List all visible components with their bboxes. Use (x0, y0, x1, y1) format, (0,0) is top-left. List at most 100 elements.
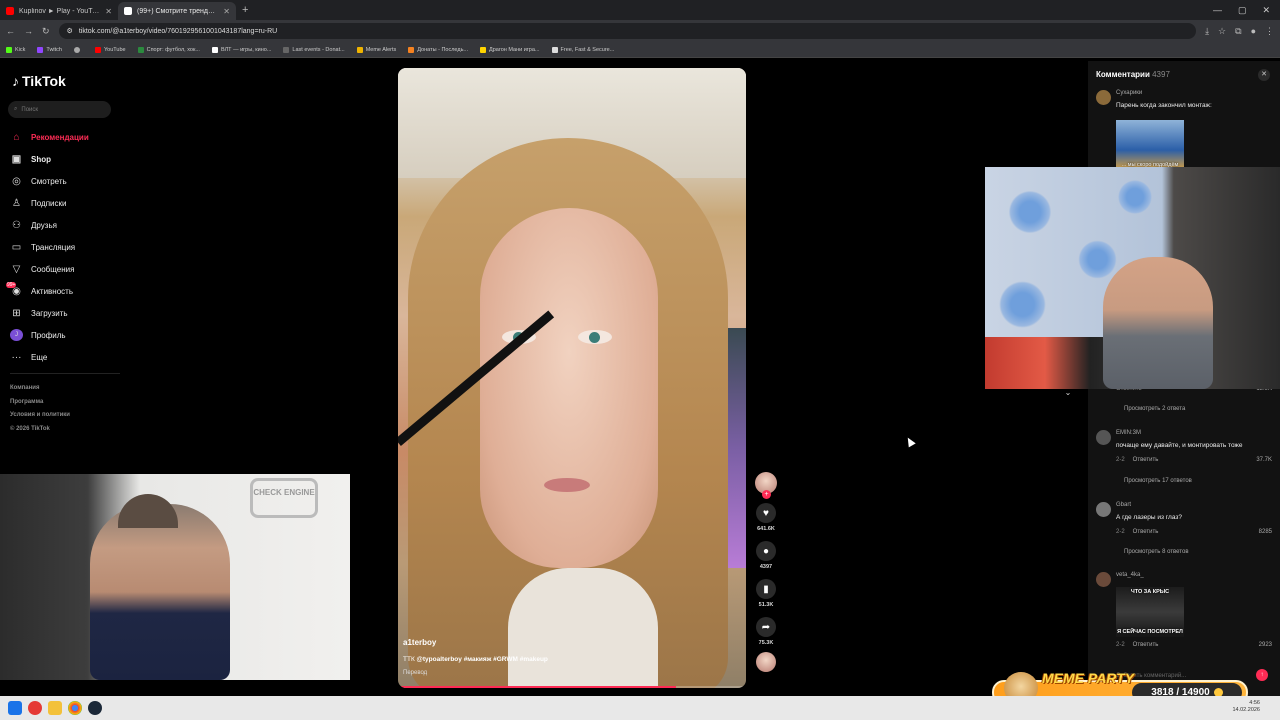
comment-username[interactable]: veta_4ka_ (1116, 572, 1144, 578)
wallpaper-flower (1115, 177, 1155, 217)
sound-avatar[interactable] (756, 652, 776, 672)
sidebar-item-more[interactable]: ··· Еще (10, 346, 120, 368)
video-mouth (544, 478, 590, 492)
close-comments-button[interactable]: ✕ (1258, 69, 1270, 81)
yandex-browser-icon[interactable] (28, 701, 42, 715)
extensions-icon[interactable]: ⧉ (1235, 26, 1241, 37)
sidebar-item-friends[interactable]: ⚇ Друзья (10, 214, 120, 236)
reply-button[interactable]: Ответить (1133, 529, 1159, 535)
window-controls: — ▢ ✕ (1213, 5, 1280, 16)
bookmark-item[interactable]: Спорт: футбол, хок... (137, 46, 200, 53)
comment-username[interactable]: Gbart (1116, 502, 1131, 508)
profile-icon[interactable]: ● (1251, 26, 1256, 36)
footer-link-program[interactable]: Программа (10, 396, 70, 410)
chrome-icon[interactable] (68, 701, 82, 715)
comment-button[interactable]: ● (756, 541, 776, 561)
caption-tags[interactable]: @typoalterboy #макияж #GRWM #makeup (417, 656, 548, 663)
bookmark-item[interactable] (73, 46, 83, 53)
commenter-avatar[interactable] (1096, 572, 1111, 587)
close-tab-icon[interactable]: ✕ (105, 7, 112, 16)
view-replies-link[interactable]: Просмотреть 8 ответов (1124, 549, 1189, 555)
comment-username[interactable]: EMIN:3M (1116, 430, 1141, 436)
chevron-down-icon[interactable]: ⌄ (1060, 388, 1076, 402)
install-icon[interactable]: ⤓ (1205, 26, 1209, 37)
bookmark-star-icon[interactable]: ☆ (1218, 26, 1226, 37)
footer-link-terms[interactable]: Условия и политики (10, 409, 70, 423)
sidebar-item-activity[interactable]: ◉ 99+ Активность (6, 280, 120, 302)
comment-likes[interactable]: 8285 (1259, 529, 1272, 535)
commenter-avatar[interactable] (1096, 90, 1111, 105)
steam-icon[interactable] (88, 701, 102, 715)
author-avatar[interactable]: + (755, 472, 777, 499)
url-field[interactable]: ⚙ tiktok.com/@a1terboy/video/76019295610… (58, 23, 1197, 39)
taskbar-clock[interactable]: 4:56 14.02.2026 (1232, 700, 1260, 714)
video-author[interactable]: a1terboy (403, 638, 436, 647)
bookmark-item[interactable]: Twitch (37, 46, 62, 53)
like-button[interactable]: ♥ (756, 503, 776, 523)
commenter-avatar[interactable] (1096, 502, 1111, 517)
view-replies-link[interactable]: Просмотреть 17 ответов (1124, 478, 1192, 484)
browser-tab-youtube[interactable]: Kuplinov ► Play - YouTube ✕ (0, 2, 118, 20)
footer-link-company[interactable]: Компания (10, 382, 70, 396)
new-tab-button[interactable]: + (236, 4, 254, 16)
comment-likes[interactable]: 2923 (1259, 642, 1272, 648)
file-explorer-icon[interactable] (48, 701, 62, 715)
address-bar-row: ← → ↻ ⚙ tiktok.com/@a1terboy/video/76019… (0, 20, 1280, 42)
bookmark-item[interactable]: Meme Alerts (356, 46, 396, 53)
site-info-icon[interactable]: ⚙ (67, 27, 73, 35)
send-icon[interactable]: ↑ (1256, 669, 1268, 681)
translate-link[interactable]: Перевод (403, 670, 427, 676)
share-count: 75.3K (758, 640, 774, 646)
sidebar-item-upload[interactable]: ⊞ Загрузить (10, 302, 120, 324)
reload-icon[interactable]: ↻ (42, 26, 50, 37)
sidebar-item-following[interactable]: ♙ Подписки (10, 192, 120, 214)
minimize-icon[interactable]: — (1213, 5, 1222, 16)
sidebar-item-explore[interactable]: ◎ Смотреть (10, 170, 120, 192)
bookmark-item[interactable]: Драгон Мани игра... (480, 46, 540, 53)
tiktok-logo[interactable]: ♪ TikTok (12, 73, 66, 89)
windows-start-icon[interactable] (8, 701, 22, 715)
comment-meme-image[interactable]: ... мы скоро подойдём (1116, 120, 1184, 170)
bookmark-item[interactable]: Free, Fast & Secure... (551, 46, 614, 53)
search-input[interactable]: ⌕ Поиск (8, 101, 111, 118)
sidebar-item-recommendations[interactable]: ⌂ Рекомендации (10, 126, 120, 148)
commenter-avatar[interactable] (1096, 430, 1111, 445)
video-shirt (508, 568, 658, 688)
comment-meme-image[interactable]: ЧТО ЗА КРЫС Я СЕЙЧАС ПОСМОТРЕЛ (1116, 587, 1184, 637)
bookmark-item[interactable]: Донаты - Последь... (408, 46, 468, 53)
sidebar-item-label: Загрузить (31, 308, 68, 318)
meme-party-title: MEME PARTY (1042, 670, 1135, 686)
sidebar-item-shop[interactable]: ▣ Shop (10, 148, 120, 170)
bookmark-item[interactable]: YouTube (94, 46, 126, 53)
close-window-icon[interactable]: ✕ (1262, 5, 1270, 16)
menu-icon[interactable]: ⋮ (1265, 26, 1274, 37)
video-progress-bar[interactable] (398, 686, 746, 688)
webcam-person (90, 504, 230, 680)
video-player[interactable]: a1terboy ТТК @typoalterboy #макияж #GRWM… (398, 68, 746, 688)
maximize-icon[interactable]: ▢ (1238, 5, 1247, 16)
reply-button[interactable]: Ответить (1133, 642, 1159, 648)
sidebar-item-profile[interactable]: J Профиль (10, 324, 120, 346)
bookmark-item[interactable]: Kick (6, 46, 25, 53)
bookmark-item[interactable]: ВЛТ — игры, кино... (211, 46, 271, 53)
youtube-favicon-icon (6, 7, 14, 15)
comment-username[interactable]: Сухарики (1116, 90, 1142, 96)
view-replies-link[interactable]: Просмотреть 2 ответа (1124, 406, 1185, 412)
save-button[interactable]: ▮ (756, 579, 776, 599)
reply-button[interactable]: Ответить (1133, 457, 1159, 463)
comment-likes[interactable]: 37.7K (1256, 457, 1272, 463)
comment-icon: ● (762, 545, 770, 557)
browser-tab-tiktok[interactable]: (99+) Смотрите трендовые... ✕ (118, 2, 236, 20)
share-button[interactable]: ➦ (756, 617, 776, 637)
follow-plus-icon[interactable]: + (762, 490, 771, 499)
comment-meta: 2-2 Ответить (1116, 457, 1158, 463)
close-tab-icon[interactable]: ✕ (223, 7, 230, 16)
sidebar-item-live[interactable]: ▭ Трансляция (10, 236, 120, 258)
forward-icon[interactable]: → (24, 26, 33, 36)
back-icon[interactable]: ← (6, 26, 15, 36)
meme-bottom-caption: Я СЕЙЧАС ПОСМОТРЕЛ (1117, 629, 1183, 635)
sidebar-item-label: Смотреть (31, 176, 67, 186)
bookmark-item[interactable]: Last events - Donat... (283, 46, 345, 53)
sidebar-item-messages[interactable]: ▽ Сообщения (10, 258, 120, 280)
comment-meta: 2-2 Ответить (1116, 529, 1158, 535)
